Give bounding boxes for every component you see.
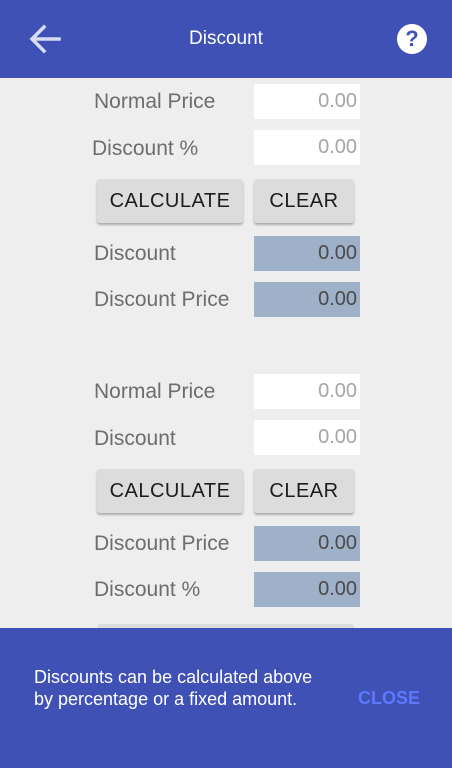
- calculate-button[interactable]: CALCULATE: [97, 179, 243, 223]
- calculate-button-fixed[interactable]: CALCULATE: [97, 469, 243, 513]
- discount-percent-label-fixed: Discount %: [94, 578, 201, 601]
- discount-percent-result-fixed: 0.00: [254, 572, 360, 607]
- discount-price-result: 0.00: [254, 282, 360, 317]
- snackbar: Discounts can be calculated above by per…: [0, 628, 452, 768]
- snackbar-close-button[interactable]: CLOSE: [358, 688, 420, 709]
- discount-label: Discount: [94, 242, 176, 265]
- discount-price-label-fixed: Discount Price: [94, 532, 230, 555]
- discount-amount-input[interactable]: [254, 420, 360, 455]
- discount-percent-label: Discount %: [92, 137, 199, 160]
- discount-percent-input[interactable]: [254, 130, 360, 165]
- discount-price-result-fixed: 0.00: [254, 526, 360, 561]
- page-title: Discount: [189, 28, 263, 49]
- normal-price-input[interactable]: [254, 84, 360, 119]
- snackbar-message: Discounts can be calculated above by per…: [34, 667, 313, 709]
- discount-amount-label: Discount: [94, 427, 176, 450]
- app-bar: Discount ?: [0, 0, 452, 78]
- normal-price-input-fixed[interactable]: [254, 374, 360, 409]
- clear-button-fixed[interactable]: CLEAR: [254, 469, 354, 513]
- clear-button[interactable]: CLEAR: [254, 179, 354, 223]
- normal-price-label: Normal Price: [94, 90, 216, 113]
- question-circle-icon: ?: [405, 26, 419, 51]
- normal-price-label-fixed: Normal Price: [94, 380, 216, 403]
- discount-result: 0.00: [254, 236, 360, 271]
- help-button[interactable]: ?: [397, 24, 427, 54]
- discount-price-label: Discount Price: [94, 288, 230, 311]
